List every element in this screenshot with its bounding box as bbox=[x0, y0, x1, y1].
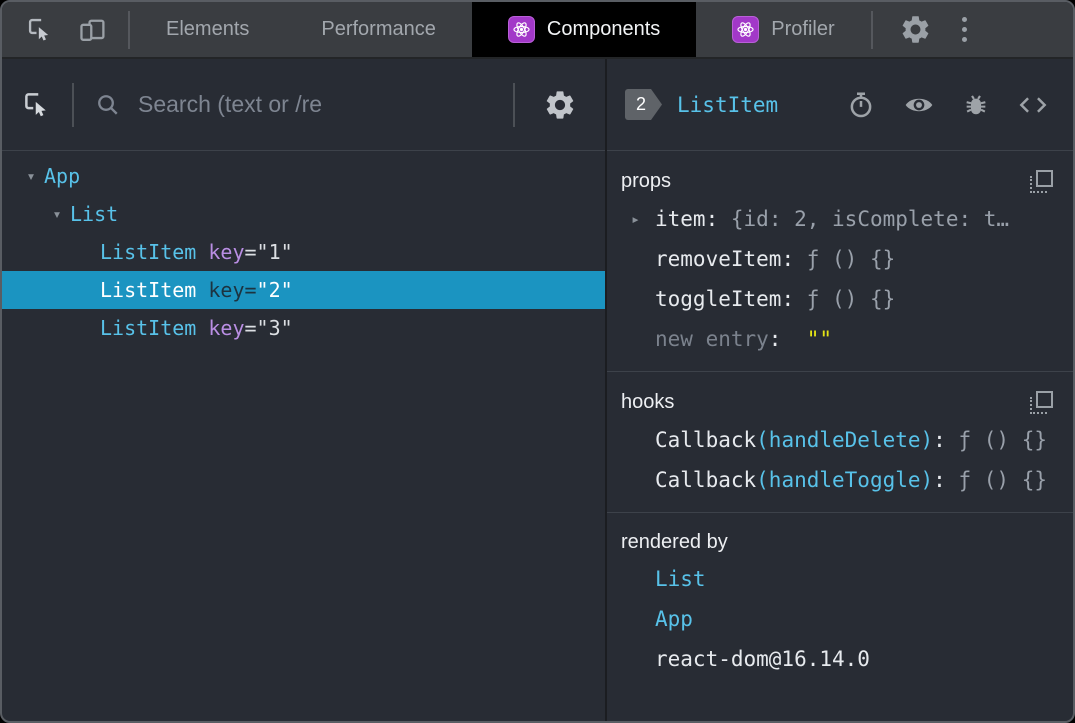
tab-label: Components bbox=[546, 18, 661, 40]
hooks-section: hooks Callback (handleDelete): ƒ () {} Ca… bbox=[607, 372, 1073, 513]
selected-component-title: ListItem bbox=[677, 92, 779, 117]
key-value: "1" bbox=[256, 240, 293, 264]
search-icon bbox=[94, 91, 122, 119]
hook-kind: Callback bbox=[655, 428, 757, 452]
props-section: props ▸ item: {id: 2, isComplete: t… remo… bbox=[607, 151, 1073, 372]
prop-row-item[interactable]: ▸ item: {id: 2, isComplete: t… bbox=[621, 199, 1059, 239]
copy-icon[interactable] bbox=[1030, 169, 1053, 193]
prop-value: ƒ () {} bbox=[806, 247, 896, 271]
code-brackets-icon[interactable] bbox=[1017, 90, 1049, 120]
prop-value: {id: 2, isComplete: t… bbox=[730, 207, 1010, 231]
rendered-by-section: rendered by List App react-dom@16.14.0 bbox=[607, 513, 1073, 691]
chevron-down-icon[interactable]: ▾ bbox=[18, 167, 44, 185]
colon: : bbox=[781, 287, 795, 311]
owner-row-app[interactable]: App bbox=[621, 599, 1059, 639]
new-entry-value[interactable]: "" bbox=[807, 327, 832, 351]
inspect-element-icon[interactable] bbox=[26, 16, 54, 44]
tree-row-listitem-1[interactable]: ListItem key = "1" bbox=[2, 233, 605, 271]
devtools-window: Elements Performance Components Profiler… bbox=[0, 0, 1075, 723]
bug-icon[interactable] bbox=[962, 91, 990, 119]
copy-icon[interactable] bbox=[1030, 390, 1053, 414]
key-attribute: key bbox=[208, 278, 245, 302]
element-id-badge: 2 bbox=[625, 89, 662, 120]
owner-row-renderer: react-dom@16.14.0 bbox=[621, 639, 1059, 679]
component-name: App bbox=[44, 164, 81, 188]
prop-row-new-entry[interactable]: new entry: "" bbox=[621, 319, 1059, 359]
component-tree: ▾ App ▾ List ListItem key = "1" ListItem k… bbox=[2, 151, 605, 721]
devtools-tabbar: Elements Performance Components Profiler bbox=[2, 2, 1073, 59]
tree-row-app[interactable]: ▾ App bbox=[2, 157, 605, 195]
key-value: "2" bbox=[256, 278, 293, 302]
tree-row-list[interactable]: ▾ List bbox=[2, 195, 605, 233]
key-attribute: key bbox=[208, 316, 245, 340]
tab-profiler[interactable]: Profiler bbox=[696, 2, 870, 57]
rendered-by-heading: rendered by bbox=[621, 530, 728, 553]
hook-value: ƒ () {} bbox=[958, 428, 1047, 452]
tab-label: Elements bbox=[166, 18, 250, 40]
colon: : bbox=[781, 247, 795, 271]
hook-fn-name: (handleToggle) bbox=[756, 468, 934, 492]
owner-link[interactable]: App bbox=[655, 607, 693, 631]
colon: : bbox=[933, 428, 946, 452]
colon: : bbox=[933, 468, 946, 492]
hook-kind: Callback bbox=[655, 468, 757, 492]
prop-value: ƒ () {} bbox=[806, 287, 896, 311]
main-split: ▾ App ▾ List ListItem key="1" ListItem k… bbox=[2, 59, 1073, 721]
tab-performance[interactable]: Performance bbox=[285, 2, 472, 57]
owner-link[interactable]: List bbox=[655, 567, 706, 591]
tree-row-listitem-3[interactable]: ListItem key = "3" bbox=[2, 309, 605, 347]
kebab-menu-icon[interactable] bbox=[958, 13, 971, 46]
inspector-toolbar: 2 ListItem bbox=[607, 59, 1073, 151]
tab-label: Profiler bbox=[771, 18, 835, 40]
owner-row-list[interactable]: List bbox=[621, 559, 1059, 599]
component-name: ListItem bbox=[100, 240, 197, 264]
prop-row-toggleitem[interactable]: toggleItem: ƒ () {} bbox=[621, 279, 1059, 319]
component-name: ListItem bbox=[100, 278, 197, 302]
gear-icon[interactable] bbox=[899, 13, 932, 46]
colon: : bbox=[768, 327, 782, 351]
hook-row-handletoggle[interactable]: Callback (handleToggle): ƒ () {} bbox=[621, 460, 1059, 500]
prop-row-removeitem[interactable]: removeItem: ƒ () {} bbox=[621, 239, 1059, 279]
device-toolbar-icon[interactable] bbox=[78, 16, 108, 44]
equals-sign: = bbox=[244, 278, 257, 302]
prop-name: item bbox=[655, 207, 706, 231]
new-entry-name[interactable]: new entry bbox=[655, 327, 769, 351]
component-name: ListItem bbox=[100, 316, 197, 340]
tabbar-separator bbox=[870, 10, 873, 49]
tree-settings-gear-icon[interactable] bbox=[543, 88, 577, 122]
hook-row-handledelete[interactable]: Callback (handleDelete): ƒ () {} bbox=[621, 420, 1059, 460]
equals-sign: = bbox=[244, 240, 257, 264]
colon: : bbox=[705, 207, 719, 231]
component-inspector-panel: 2 ListItem props ▸ item: {id: 2, isComp… bbox=[607, 59, 1073, 721]
equals-sign: = bbox=[244, 316, 257, 340]
chevron-right-icon[interactable]: ▸ bbox=[631, 210, 655, 228]
search-input[interactable] bbox=[138, 91, 493, 118]
hooks-heading: hooks bbox=[621, 390, 675, 413]
tab-label: Performance bbox=[321, 18, 436, 40]
chevron-down-icon[interactable]: ▾ bbox=[44, 205, 70, 223]
prop-name: removeItem bbox=[655, 247, 782, 271]
react-logo-icon bbox=[507, 16, 535, 43]
stopwatch-icon[interactable] bbox=[846, 90, 876, 120]
renderer-version: react-dom@16.14.0 bbox=[655, 647, 870, 671]
props-heading: props bbox=[621, 169, 672, 192]
component-name: List bbox=[70, 202, 119, 226]
inspect-component-icon[interactable] bbox=[22, 90, 52, 120]
toolbar-separator bbox=[72, 82, 74, 127]
hook-value: ƒ () {} bbox=[958, 468, 1047, 492]
tab-elements[interactable]: Elements bbox=[130, 2, 285, 57]
key-value: "3" bbox=[256, 316, 293, 340]
tree-toolbar bbox=[2, 59, 605, 151]
tree-row-listitem-2-selected[interactable]: ListItem key = "2" bbox=[2, 271, 605, 309]
hook-fn-name: (handleDelete) bbox=[756, 428, 934, 452]
tab-components[interactable]: Components bbox=[471, 2, 697, 57]
inspector-body: props ▸ item: {id: 2, isComplete: t… remo… bbox=[607, 151, 1073, 721]
key-attribute: key bbox=[208, 240, 245, 264]
react-logo-icon bbox=[732, 16, 760, 43]
eye-icon[interactable] bbox=[903, 89, 935, 121]
prop-name: toggleItem bbox=[655, 287, 782, 311]
components-tree-panel: ▾ App ▾ List ListItem key="1" ListItem k… bbox=[2, 59, 605, 721]
toolbar-separator bbox=[513, 82, 515, 127]
